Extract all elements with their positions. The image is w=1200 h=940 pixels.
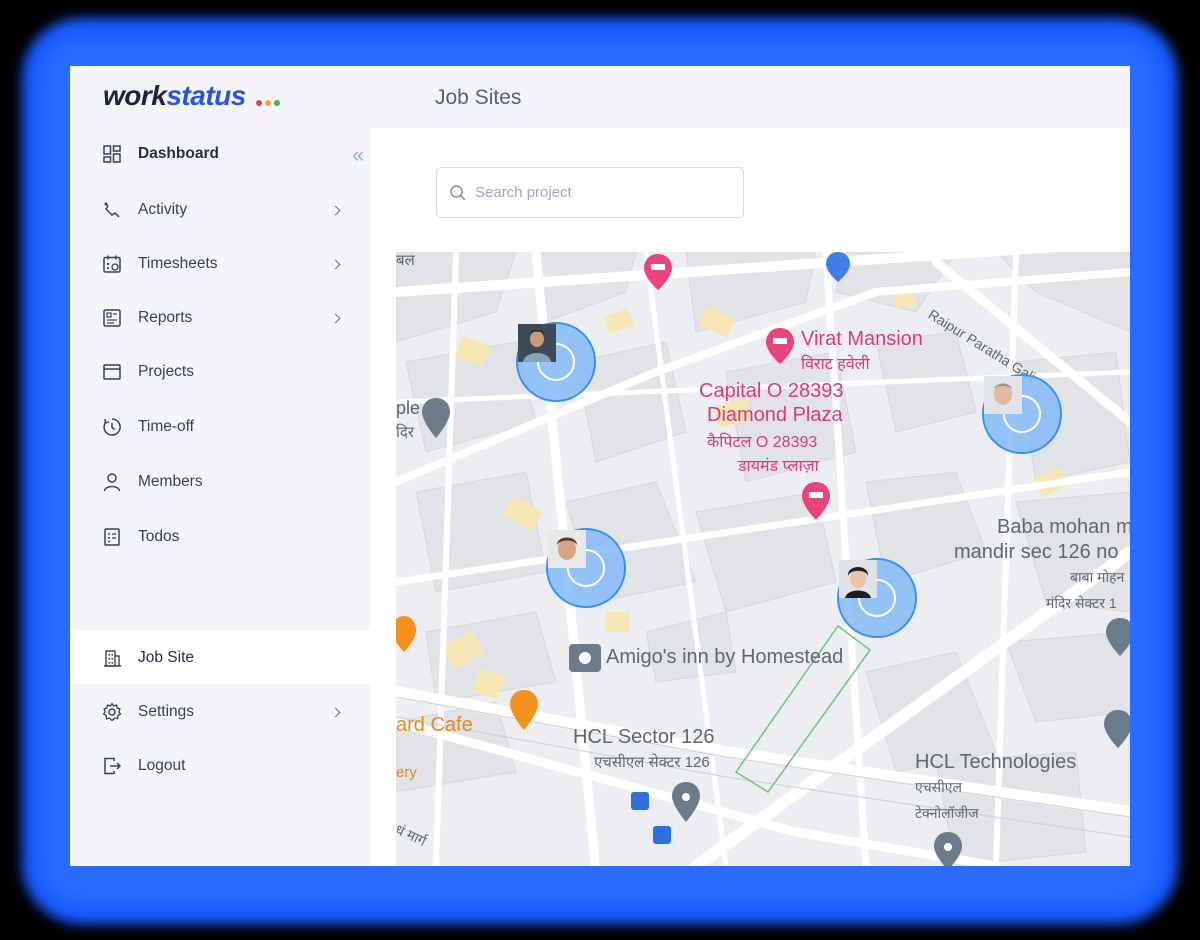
timer-icon [103,418,121,436]
projects-icon [103,364,121,380]
logo-dot-green [274,100,280,106]
member-location-marker[interactable] [982,374,1062,454]
reports-icon [103,309,121,327]
sidebar-item-label: Members [138,473,203,490]
map-label-virat-mansion-hi: विराट हवेली [801,356,870,373]
top-bar: workstatus Job Sites [70,66,1130,128]
sidebar-item-label: Projects [138,363,194,380]
avatar [839,560,896,617]
sidebar-item-activity[interactable]: Activity [70,184,370,236]
activity-icon [104,202,120,218]
logo-text-status: status [166,80,246,111]
map-label-bal: बल [396,252,415,269]
logout-icon [104,757,122,775]
chevron-right-icon [330,259,341,269]
map-label-ple: ple [396,398,421,418]
sidebar-item-todos[interactable]: Todos [70,511,370,563]
map-label-baba-mohan: Baba mohan m [997,516,1130,538]
map-label-hcl-sector-126[interactable]: HCL Sector 126 [573,726,715,749]
avatar [984,376,1041,433]
chevron-right-icon [330,313,341,323]
logo-text-work: work [103,80,167,111]
chevron-right-icon [330,707,341,717]
avatar [548,530,605,587]
checklist-icon [104,528,120,546]
sidebar-item-time-off[interactable]: Time-off [70,401,370,453]
sidebar-item-job-site-row[interactable]: Job Site [70,632,370,684]
chevron-right-icon [330,205,341,215]
map-label-mandir-sec-126: mandir sec 126 no [954,541,1119,563]
sidebar-item-label: Todos [138,528,180,545]
member-location-marker[interactable] [516,322,596,402]
map-label-diamond-plaza-hi: डायमंड प्लाज़ा [738,458,819,475]
sidebar-item-reports[interactable]: Reports [70,292,370,344]
logo-dot-red [256,100,262,106]
building-icon [104,650,121,667]
sidebar-item-label: Time-off [138,418,194,435]
member-location-marker[interactable] [546,528,626,608]
map-label-technologies-hi: टेक्नोलॉजीज [915,805,979,821]
user-icon [103,473,121,492]
sidebar-item-label: Logout [138,757,186,774]
sidebar-item-label: Reports [138,309,193,326]
search-placeholder: Search project [475,184,572,201]
sidebar-item-logout[interactable]: Logout [70,740,370,792]
sidebar-item-timesheets[interactable]: Timesheets [70,238,370,290]
map-label-capital-o: Capital O 28393 [699,380,844,402]
sidebar: « Dashboard Activity Timesheets Reports … [70,128,370,866]
sidebar-item-dashboard[interactable]: Dashboard [70,128,370,180]
job-sites-map[interactable]: बल Virat Mansion विराट हवेली Capital O 2… [396,252,1130,866]
member-location-marker[interactable] [837,558,917,638]
sidebar-item-label: Settings [138,703,195,720]
search-input[interactable]: Search project [436,167,744,218]
logo-dot-orange [265,100,271,106]
map-label-dir: दिर [396,424,414,441]
sidebar-item-label: Timesheets [138,255,218,272]
sidebar-item-members[interactable]: Members [70,456,370,508]
sidebar-item-label: Activity [138,201,188,218]
map-label-capital-o-hi: कैपिटल O 28393 [707,434,818,451]
map-label-diamond-plaza: Diamond Plaza [707,404,843,426]
search-icon [450,185,466,201]
dashboard-icon [103,145,121,163]
map-label-cafe: ard Cafe [396,714,473,736]
workstatus-logo[interactable]: workstatus [103,80,246,112]
calendar-icon [103,255,121,273]
page-title: Job Sites [435,86,522,109]
map-label-hcl-sector-126-hi: एचसीएल सेक्टर 126 [594,754,710,771]
map-label-mandir-hi: मंदिर सेक्टर 1 [1046,595,1117,611]
map-label-hcl-technologies[interactable]: HCL Technologies [915,751,1076,774]
map-label-hcl-hi: एचसीएल [915,779,962,795]
gear-icon [102,702,122,722]
sidebar-item-projects[interactable]: Projects [70,346,370,398]
map-label-amigos-inn[interactable]: Amigo's inn by Homestead [606,646,843,669]
logo-dots [256,100,280,106]
map-label-baba-mohan-hi: बाबा मोहन [1070,569,1125,585]
avatar [518,324,575,381]
map-label-ery: ery [396,764,417,781]
main-content: Search project बल Virat Mansion विराट हव… [370,128,1130,866]
sidebar-item-label: Dashboard [138,145,219,162]
map-label-virat-mansion: Virat Mansion [801,328,923,350]
sidebar-item-label: Job Site [138,649,195,666]
app-window: workstatus Job Sites « Dashboard Activit… [70,66,1130,866]
sidebar-item-settings[interactable]: Settings [70,686,370,738]
